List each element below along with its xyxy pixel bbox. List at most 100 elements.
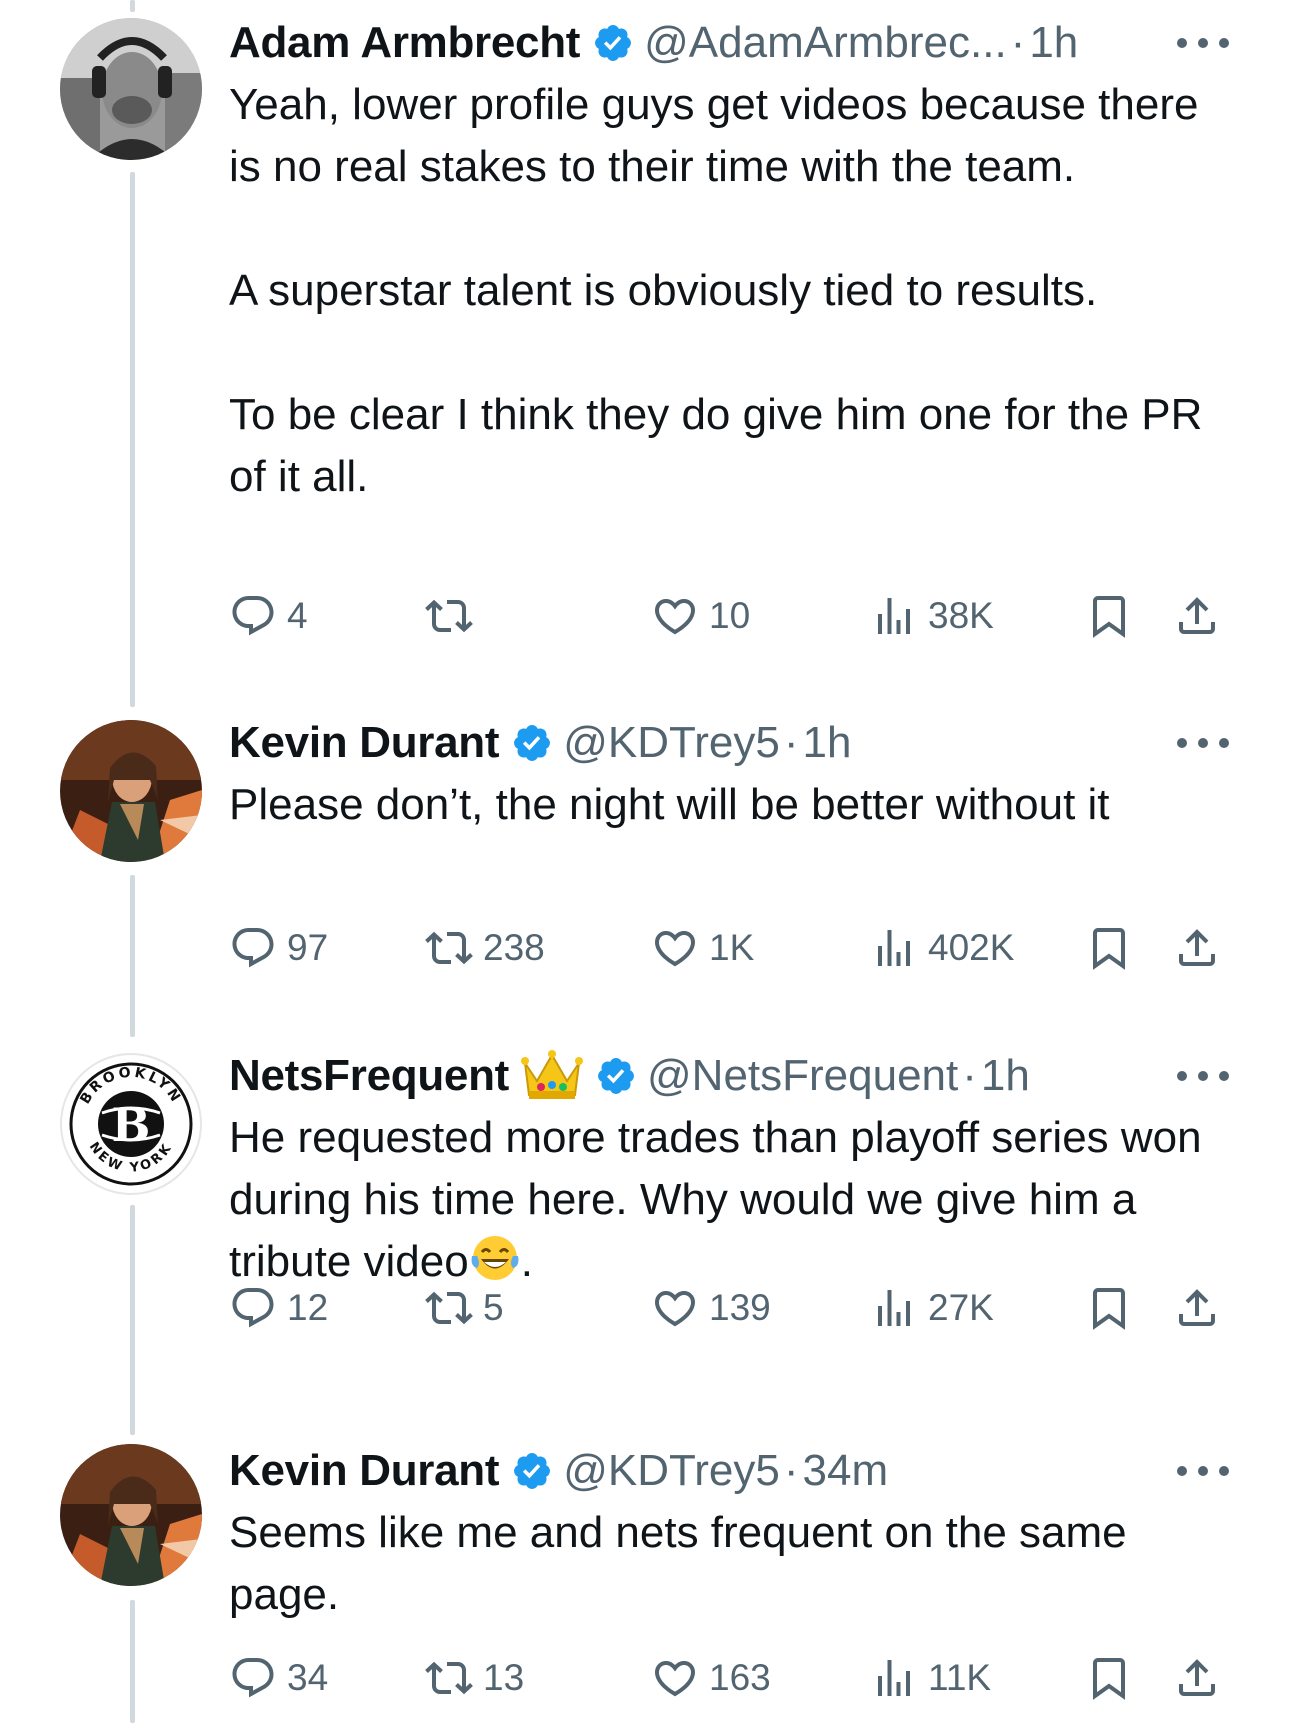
views-count: 402K: [928, 927, 1015, 968]
retweet-button[interactable]: 5: [425, 1278, 504, 1338]
more-options-icon[interactable]: [1177, 726, 1229, 760]
author-handle[interactable]: @KDTrey5: [563, 1440, 780, 1502]
timestamp[interactable]: 1h: [981, 1045, 1030, 1107]
heart-icon: [651, 1654, 699, 1702]
tears-of-joy-emoji-icon: [471, 1236, 519, 1280]
retweet-button[interactable]: [425, 586, 483, 646]
reply-button[interactable]: 34: [229, 1648, 328, 1708]
reply-icon: [229, 924, 277, 972]
reply-icon: [229, 1284, 277, 1332]
views-icon: [870, 592, 918, 640]
heart-icon: [651, 1284, 699, 1332]
author-handle[interactable]: @AdamArmbrec...: [644, 12, 1007, 74]
reply-count: 97: [287, 927, 329, 968]
tweet-header: Kevin Durant @KDTrey5 · 1h: [229, 712, 1229, 774]
like-button[interactable]: 163: [651, 1648, 771, 1708]
nets-logo: BROOKLYN NEW YORK B: [69, 1062, 193, 1186]
bookmark-button[interactable]: [1085, 1278, 1133, 1338]
bookmark-button[interactable]: [1085, 1648, 1133, 1708]
bookmark-button[interactable]: [1085, 918, 1133, 978]
views-button[interactable]: 27K: [870, 1278, 994, 1338]
reply-button[interactable]: 12: [229, 1278, 328, 1338]
like-count: 1K: [709, 927, 755, 968]
verified-badge-icon: [511, 722, 553, 764]
verified-badge-icon: [592, 22, 634, 64]
tweet-text: He requested more trades than playoff se…: [229, 1107, 1229, 1293]
author-name[interactable]: Adam Armbrecht: [229, 12, 580, 74]
tweet-text: Seems like me and nets frequent on the s…: [229, 1502, 1229, 1626]
author-handle[interactable]: @KDTrey5: [563, 712, 780, 774]
like-button[interactable]: 10: [651, 586, 750, 646]
bookmark-icon: [1085, 592, 1133, 640]
tweet-paragraph: A superstar talent is obviously tied to …: [229, 266, 1098, 315]
author-name[interactable]: Kevin Durant: [229, 712, 500, 774]
views-button[interactable]: 11K: [870, 1648, 991, 1708]
separator-dot: ·: [783, 718, 799, 767]
tweet-actions: 34 13 163 11K: [229, 1648, 1229, 1708]
bookmark-icon: [1085, 924, 1133, 972]
tweet-paragraph: He requested more trades than playoff se…: [229, 1107, 1229, 1293]
retweet-icon: [425, 592, 473, 640]
tweet-paragraph: Please don’t, the night will be better w…: [229, 780, 1110, 829]
thread-line: [130, 0, 135, 12]
retweet-count: 238: [483, 927, 545, 968]
share-button[interactable]: [1173, 1648, 1221, 1708]
avatar-photo: [60, 18, 202, 160]
more-options-icon[interactable]: [1177, 1454, 1229, 1488]
more-options-icon[interactable]: [1177, 26, 1229, 60]
timestamp[interactable]: 1h: [1029, 12, 1078, 74]
tweet-paragraph: [229, 198, 1229, 260]
share-button[interactable]: [1173, 918, 1221, 978]
like-count: 10: [709, 595, 751, 636]
retweet-button[interactable]: 13: [425, 1648, 524, 1708]
tweet-header: Kevin Durant @KDTrey5 · 34m: [229, 1440, 1229, 1502]
share-icon: [1173, 1284, 1221, 1332]
bookmark-icon: [1085, 1284, 1133, 1332]
svg-text:B: B: [112, 1098, 151, 1152]
tweet-text: Please don’t, the night will be better w…: [229, 774, 1229, 836]
avatar-image: [60, 1444, 202, 1586]
separator-dot: ·: [962, 1051, 977, 1100]
like-button[interactable]: 139: [651, 1278, 771, 1338]
tweet-header: Adam Armbrecht @AdamArmbrec... · 1h: [229, 12, 1229, 74]
avatar[interactable]: [60, 18, 202, 160]
thread-line: [130, 172, 135, 707]
avatar[interactable]: [60, 720, 202, 862]
views-button[interactable]: 402K: [870, 918, 1014, 978]
retweet-icon: [425, 1284, 473, 1332]
reply-icon: [229, 592, 277, 640]
more-options-icon[interactable]: [1177, 1059, 1229, 1093]
thread-line: [130, 875, 135, 1037]
like-button[interactable]: 1K: [651, 918, 754, 978]
tweet-paragraph: [229, 322, 1229, 384]
thread-line: [130, 1205, 135, 1435]
reply-button[interactable]: 97: [229, 918, 328, 978]
share-button[interactable]: [1173, 586, 1221, 646]
like-count: 139: [709, 1287, 771, 1328]
reply-icon: [229, 1654, 277, 1702]
bookmark-button[interactable]: [1085, 586, 1133, 646]
author-name[interactable]: Kevin Durant: [229, 1440, 500, 1502]
tweet-paragraph: To be clear I think they do give him one…: [229, 390, 1203, 501]
views-button[interactable]: 38K: [870, 586, 994, 646]
avatar[interactable]: BROOKLYN NEW YORK B: [60, 1053, 202, 1195]
avatar[interactable]: [60, 1444, 202, 1586]
verified-badge-icon: [595, 1055, 637, 1097]
retweet-button[interactable]: 238: [425, 918, 545, 978]
retweet-count: 13: [483, 1657, 525, 1698]
tweet-actions: 97 238 1K 402K: [229, 918, 1229, 978]
retweet-icon: [425, 1654, 473, 1702]
thread-line: [130, 1600, 135, 1723]
share-button[interactable]: [1173, 1278, 1221, 1338]
timestamp[interactable]: 1h: [803, 712, 852, 774]
tweet-actions: 12 5 139 27K: [229, 1278, 1229, 1338]
retweet-icon: [425, 924, 473, 972]
heart-icon: [651, 592, 699, 640]
author-name[interactable]: NetsFrequent: [229, 1045, 509, 1107]
reply-button[interactable]: 4: [229, 586, 308, 646]
separator-dot: ·: [1010, 18, 1026, 67]
author-handle[interactable]: @NetsFrequent: [647, 1045, 958, 1107]
timestamp[interactable]: 34m: [803, 1440, 889, 1502]
tweet-text: Yeah, lower profile guys get videos beca…: [229, 74, 1229, 508]
bookmark-icon: [1085, 1654, 1133, 1702]
